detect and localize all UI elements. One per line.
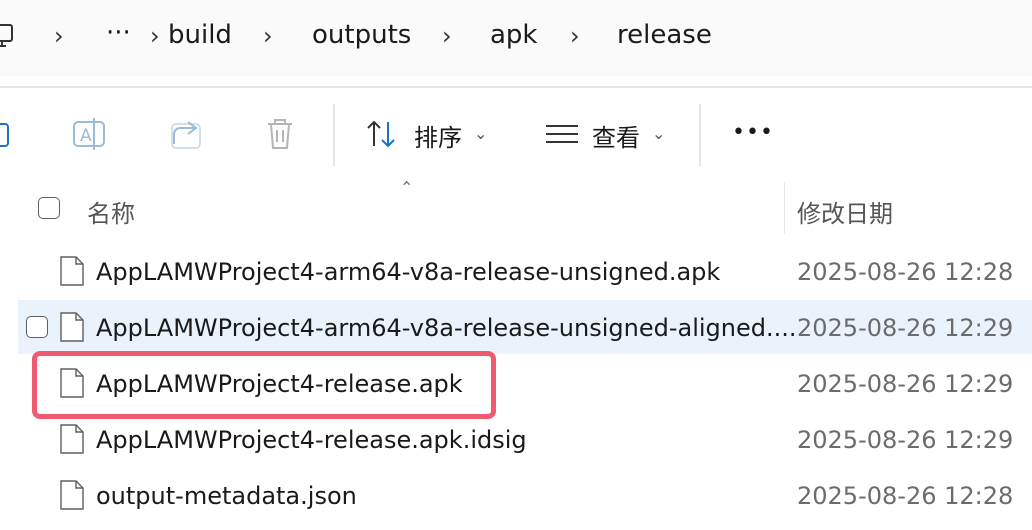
svg-text:A: A xyxy=(80,126,92,146)
select-all-checkbox[interactable] xyxy=(38,197,60,219)
file-row[interactable]: AppLAMWProject4-arm64-v8a-release-unsign… xyxy=(18,300,1032,354)
breadcrumb-chevron-icon[interactable]: › xyxy=(150,22,160,50)
file-name[interactable]: AppLAMWProject4-arm64-v8a-release-unsign… xyxy=(96,258,720,286)
file-date-modified: 2025-08-26 12:28 xyxy=(797,482,1014,510)
file-date-modified: 2025-08-26 12:29 xyxy=(797,426,1014,454)
sort-button-label[interactable]: 排序 xyxy=(414,118,462,153)
share-icon[interactable] xyxy=(168,116,204,152)
file-icon xyxy=(60,256,84,286)
sort-chevron-down-icon[interactable]: ⌄ xyxy=(474,124,487,143)
column-divider[interactable] xyxy=(784,182,785,234)
breadcrumb-ellipsis[interactable]: ··· xyxy=(106,18,131,48)
breadcrumb-chevron-icon[interactable]: › xyxy=(570,22,580,50)
breadcrumb-chevron-icon[interactable]: › xyxy=(54,22,64,50)
sort-icon[interactable] xyxy=(364,116,400,152)
column-header-date-modified[interactable]: 修改日期 xyxy=(797,194,893,229)
file-name[interactable]: AppLAMWProject4-release.apk.idsig xyxy=(96,426,527,454)
view-chevron-down-icon[interactable]: ⌄ xyxy=(652,124,665,143)
file-icon xyxy=(60,424,84,454)
row-checkbox[interactable] xyxy=(26,316,48,338)
file-name[interactable]: AppLAMWProject4-arm64-v8a-release-unsign… xyxy=(96,314,797,342)
file-icon xyxy=(60,480,84,510)
rename-icon[interactable]: A xyxy=(72,116,108,152)
breadcrumb-item-outputs[interactable]: outputs xyxy=(312,20,411,50)
breadcrumb-item-build[interactable]: build xyxy=(168,20,232,50)
view-button-label[interactable]: 查看 xyxy=(592,118,640,153)
this-pc-icon[interactable] xyxy=(0,22,16,50)
copy-icon[interactable] xyxy=(0,116,22,152)
file-icon xyxy=(60,312,84,342)
view-icon[interactable] xyxy=(544,116,580,152)
file-row[interactable]: AppLAMWProject4-release.apk.idsig 2025-0… xyxy=(0,412,1032,466)
breadcrumb-chevron-icon[interactable]: › xyxy=(263,22,273,50)
column-header-name[interactable]: 名称 xyxy=(87,194,135,229)
file-date-modified: 2025-08-26 12:28 xyxy=(797,258,1014,286)
file-date-modified: 2025-08-26 12:29 xyxy=(797,370,1014,398)
highlight-annotation-box xyxy=(32,351,496,419)
delete-icon[interactable] xyxy=(262,116,298,152)
more-options-icon[interactable]: ••• xyxy=(732,120,774,145)
sort-ascending-icon: ⌃ xyxy=(400,178,414,197)
file-name[interactable]: output-metadata.json xyxy=(96,482,357,510)
toolbar-divider xyxy=(699,104,701,166)
breadcrumb-item-release[interactable]: release xyxy=(617,20,712,50)
command-bar xyxy=(0,88,1032,180)
file-row[interactable]: AppLAMWProject4-arm64-v8a-release-unsign… xyxy=(0,244,1032,298)
file-date-modified: 2025-08-26 12:29 xyxy=(797,314,1014,342)
breadcrumb-item-apk[interactable]: apk xyxy=(490,20,538,50)
breadcrumb-chevron-icon[interactable]: › xyxy=(442,22,452,50)
file-row[interactable]: output-metadata.json 2025-08-26 12:28 xyxy=(0,468,1032,522)
toolbar-divider xyxy=(333,104,335,166)
